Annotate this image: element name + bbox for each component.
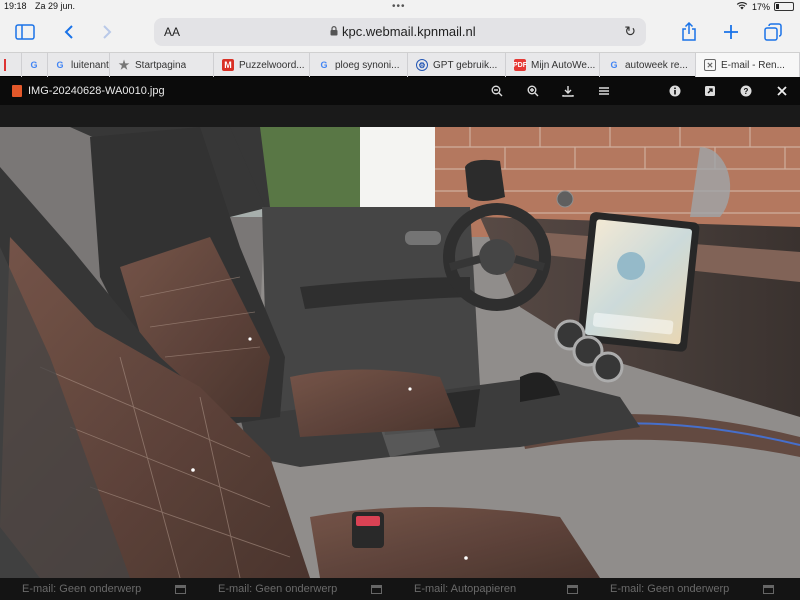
m-logo-icon: M	[222, 59, 234, 71]
zoom-out-icon[interactable]	[489, 83, 505, 99]
minimized-email-3[interactable]: E-mail: Autopapieren	[404, 581, 588, 597]
star-icon: ★	[118, 58, 130, 72]
multitasking-dots-icon[interactable]: •••	[392, 1, 406, 12]
tab-ploeg[interactable]: G ploeg synoni...	[310, 53, 408, 77]
car-interior-image	[0, 127, 800, 578]
tab-label: GPT gebruik...	[433, 59, 498, 71]
tab-label: autoweek re...	[625, 59, 688, 71]
tab-label: ploeg synoni...	[335, 59, 400, 71]
back-button[interactable]	[56, 20, 82, 44]
google-icon: G	[30, 60, 38, 70]
email-attachment-photo	[0, 127, 800, 578]
close-icon[interactable]	[774, 83, 790, 99]
svg-text:?: ?	[744, 87, 749, 96]
tab-label: Mijn AutoWe...	[531, 59, 596, 71]
tabs-icon	[764, 23, 782, 41]
maximize-icon[interactable]	[567, 584, 578, 594]
battery-percent: 17%	[751, 1, 770, 12]
url-text[interactable]: kpc.webmail.kpnmail.nl	[342, 24, 476, 39]
wifi-icon	[736, 1, 748, 12]
share-icon	[682, 22, 696, 41]
minimized-email-label: E-mail: Geen onderwerp	[22, 583, 142, 595]
battery-icon	[774, 2, 794, 11]
tabs-overview-button[interactable]	[760, 20, 786, 44]
plus-icon	[724, 25, 738, 39]
info-icon[interactable]	[667, 83, 683, 99]
minimized-email-label: E-mail: Geen onderwerp	[610, 583, 730, 595]
status-bar: 19:18 Za 29 jun. ••• 17%	[0, 0, 800, 14]
image-viewer-header: IMG-20240628-WA0010.jpg ?	[0, 77, 800, 105]
maximize-icon[interactable]	[175, 584, 186, 594]
tab-puzzelwoord[interactable]: M Puzzelwoord...	[214, 53, 310, 77]
status-right: 17%	[736, 1, 794, 12]
gpt-icon: ⚙	[416, 59, 428, 71]
minimized-email-2[interactable]: E-mail: Geen onderwerp	[208, 581, 392, 597]
tab-luitenant[interactable]: G luitenant	[48, 53, 110, 77]
status-date: Za 29 jun.	[35, 1, 76, 11]
tab-0[interactable]	[0, 53, 22, 77]
text-size-button[interactable]: AA	[164, 25, 180, 39]
minimized-email-label: E-mail: Geen onderwerp	[218, 583, 338, 595]
new-tab-button[interactable]	[718, 20, 744, 44]
browser-toolbar: AA kpc.webmail.kpnmail.nl ↻	[0, 14, 800, 52]
share-button[interactable]	[676, 20, 702, 44]
dimmed-background	[0, 105, 800, 127]
google-icon: G	[320, 60, 328, 70]
chevron-left-icon	[64, 25, 73, 39]
menu-icon[interactable]	[596, 83, 612, 99]
address-bar[interactable]: AA kpc.webmail.kpnmail.nl ↻	[154, 18, 646, 46]
status-time: 19:18	[4, 1, 27, 11]
lock-icon	[330, 26, 338, 36]
reload-icon[interactable]: ↻	[624, 23, 636, 40]
help-icon[interactable]: ?	[738, 83, 754, 99]
minimized-email-1[interactable]: E-mail: Geen onderwerp	[12, 581, 196, 597]
open-external-icon[interactable]	[702, 83, 718, 99]
chevron-right-icon	[103, 25, 112, 39]
tab-label: E-mail - Ren...	[721, 59, 785, 71]
sidebar-icon[interactable]	[12, 20, 38, 44]
forward-button[interactable]	[94, 20, 120, 44]
download-icon[interactable]	[560, 83, 576, 99]
minimized-email-label: E-mail: Autopapieren	[414, 583, 517, 595]
tab-startpagina[interactable]: ★ Startpagina	[110, 53, 214, 77]
minimized-email-4[interactable]: E-mail: Geen onderwerp	[600, 581, 784, 597]
zoom-in-icon[interactable]	[525, 83, 541, 99]
tab-label: luitenant	[71, 59, 109, 71]
tab-label: Startpagina	[135, 59, 187, 71]
tab-bar: G G luitenant ★ Startpagina M Puzzelwoor…	[0, 52, 800, 77]
tab-autoweek-pdf[interactable]: PDF Mijn AutoWe...	[506, 53, 600, 77]
tab-google-small[interactable]: G	[22, 53, 48, 77]
google-icon: G	[56, 60, 64, 70]
image-file-icon	[12, 85, 22, 97]
image-filename: IMG-20240628-WA0010.jpg	[28, 85, 165, 97]
minimized-windows-bar: E-mail: Geen onderwerp E-mail: Geen onde…	[0, 578, 800, 600]
tab-autoweek[interactable]: G autoweek re...	[600, 53, 696, 77]
close-tab-icon[interactable]: ✕	[704, 59, 716, 71]
tab-gpt[interactable]: ⚙ GPT gebruik...	[408, 53, 506, 77]
tab-email-active[interactable]: ✕ E-mail - Ren...	[696, 53, 800, 77]
tab-label: Puzzelwoord...	[239, 59, 305, 71]
google-icon: G	[610, 60, 618, 70]
maximize-icon[interactable]	[763, 584, 774, 594]
tab-accent-mark	[4, 59, 6, 71]
maximize-icon[interactable]	[371, 584, 382, 594]
pdf-icon: PDF	[513, 59, 527, 71]
